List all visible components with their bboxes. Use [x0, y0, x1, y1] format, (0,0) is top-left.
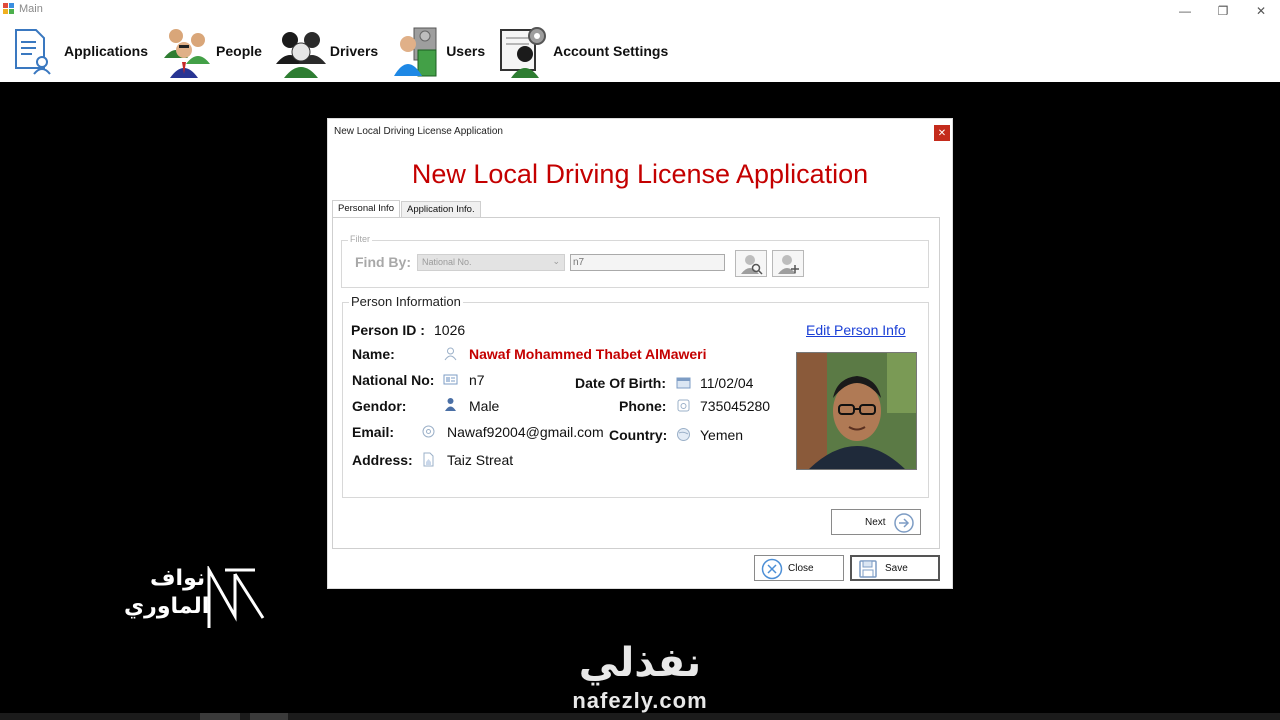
- phone-label: Phone:: [619, 398, 667, 414]
- save-label: Save: [885, 562, 908, 574]
- person-information-group: Person Information Person ID : 1026 Edit…: [342, 294, 929, 498]
- dob-value: 11/02/04: [700, 375, 754, 391]
- save-icon: [858, 559, 878, 582]
- close-circle-icon: [761, 558, 783, 583]
- id-card-icon: [443, 372, 458, 387]
- calendar-icon: [676, 375, 691, 390]
- person-photo-image: [797, 353, 916, 469]
- globe-icon: [676, 427, 691, 442]
- next-button[interactable]: Next: [831, 509, 921, 535]
- dialog-close-button[interactable]: ✕: [934, 125, 950, 141]
- account-settings-icon: [499, 24, 549, 78]
- minimize-button[interactable]: —: [1166, 0, 1204, 22]
- users-icon: [392, 24, 442, 78]
- toolbar-item-drivers[interactable]: Drivers: [275, 24, 379, 78]
- watermark-author-line2: الماوري: [124, 594, 210, 619]
- toolbar-item-applications[interactable]: Applications: [10, 24, 148, 78]
- toolbar-item-people[interactable]: People: [162, 24, 262, 78]
- toolbar-label-people: People: [216, 43, 262, 59]
- watermark-author-line1: نواف: [150, 566, 206, 591]
- email-label: Email:: [352, 424, 395, 440]
- restore-button[interactable]: ❐: [1204, 0, 1242, 22]
- dialog-title: New Local Driving License Application: [334, 126, 503, 137]
- close-button[interactable]: Close: [754, 555, 844, 581]
- person-photo: [796, 352, 917, 470]
- gender-value: Male: [469, 398, 500, 414]
- app-icon: [3, 3, 15, 15]
- edit-person-info-link[interactable]: Edit Person Info: [806, 322, 906, 338]
- toolbar-label-drivers: Drivers: [329, 43, 379, 59]
- find-by-selected: National No.: [422, 257, 472, 267]
- find-by-label: Find By:: [355, 254, 411, 270]
- taskbar-strip: [0, 713, 1280, 720]
- search-person-button[interactable]: [735, 250, 767, 277]
- person-info-legend: Person Information: [349, 294, 463, 309]
- chevron-down-icon: ⌄: [552, 256, 560, 266]
- toolbar-label-account-settings: Account Settings: [553, 43, 669, 59]
- man-icon: [443, 397, 458, 412]
- watermark-site-url: nafezly.com: [572, 688, 708, 713]
- name-value: Nawaf Mohammed Thabet AlMaweri: [469, 346, 707, 362]
- filter-legend: Filter: [348, 234, 372, 244]
- toolbar-item-users[interactable]: Users: [392, 24, 485, 78]
- filter-group: Filter Find By: National No. ⌄: [341, 234, 929, 288]
- national-no-value: n7: [469, 372, 485, 388]
- person-icon: [443, 346, 458, 361]
- window-close-button[interactable]: ✕: [1242, 0, 1280, 22]
- watermark-site: نفذلي nafezly.com: [555, 636, 725, 720]
- address-value: Taiz Streat: [447, 452, 514, 468]
- phone-value: 735045280: [700, 398, 771, 414]
- find-by-input[interactable]: [570, 254, 725, 271]
- save-button[interactable]: Save: [850, 555, 940, 581]
- find-by-select[interactable]: National No. ⌄: [417, 254, 565, 271]
- people-icon: [162, 24, 212, 78]
- country-label: Country:: [609, 427, 668, 443]
- window-title: Main: [19, 3, 43, 15]
- drivers-icon: [275, 24, 326, 78]
- country-value: Yemen: [700, 427, 744, 443]
- close-label: Close: [788, 562, 814, 574]
- dob-label: Date Of Birth:: [575, 375, 666, 391]
- person-id-value: 1026: [434, 322, 466, 338]
- add-person-button[interactable]: [772, 250, 804, 277]
- arrow-right-icon: [894, 513, 914, 536]
- window-controls: — ❐ ✕: [1166, 0, 1280, 22]
- taskbar-segment: [200, 713, 240, 720]
- address-icon: [421, 452, 436, 467]
- watermark-monogram-logo: [207, 566, 265, 628]
- next-label: Next: [865, 516, 886, 528]
- toolbar-item-account-settings[interactable]: Account Settings: [499, 24, 668, 78]
- email-value: Nawaf92004@gmail.com: [447, 424, 604, 440]
- add-person-icon: [778, 255, 799, 274]
- toolbar-label-users: Users: [446, 43, 486, 59]
- address-label: Address:: [352, 452, 413, 468]
- email-icon: [421, 424, 436, 439]
- main-window-header: Main — ❐ ✕ Applications People Drivers U…: [0, 0, 1280, 82]
- window-title-bar: Main: [3, 3, 43, 15]
- phone-icon: [676, 398, 691, 413]
- toolbar-label-applications: Applications: [64, 43, 149, 59]
- applications-icon: [10, 24, 60, 78]
- personal-info-panel: Filter Find By: National No. ⌄ n7 Person…: [332, 217, 940, 549]
- taskbar-segment: [250, 713, 288, 720]
- search-person-icon: [741, 255, 763, 275]
- person-id-label: Person ID :: [351, 322, 425, 338]
- gender-label: Gendor:: [352, 398, 407, 414]
- new-local-license-dialog: New Local Driving License Application ✕ …: [327, 118, 953, 589]
- dialog-heading: New Local Driving License Application: [411, 159, 869, 189]
- tab-personal-info[interactable]: Personal Info: [332, 200, 400, 218]
- watermark-site-arabic: نفذلي: [578, 640, 702, 686]
- name-label: Name:: [352, 346, 395, 362]
- national-no-label: National No:: [352, 372, 435, 388]
- tab-application-info[interactable]: Application Info.: [400, 201, 481, 218]
- main-toolbar: Applications People Drivers Users Accoun…: [10, 22, 682, 80]
